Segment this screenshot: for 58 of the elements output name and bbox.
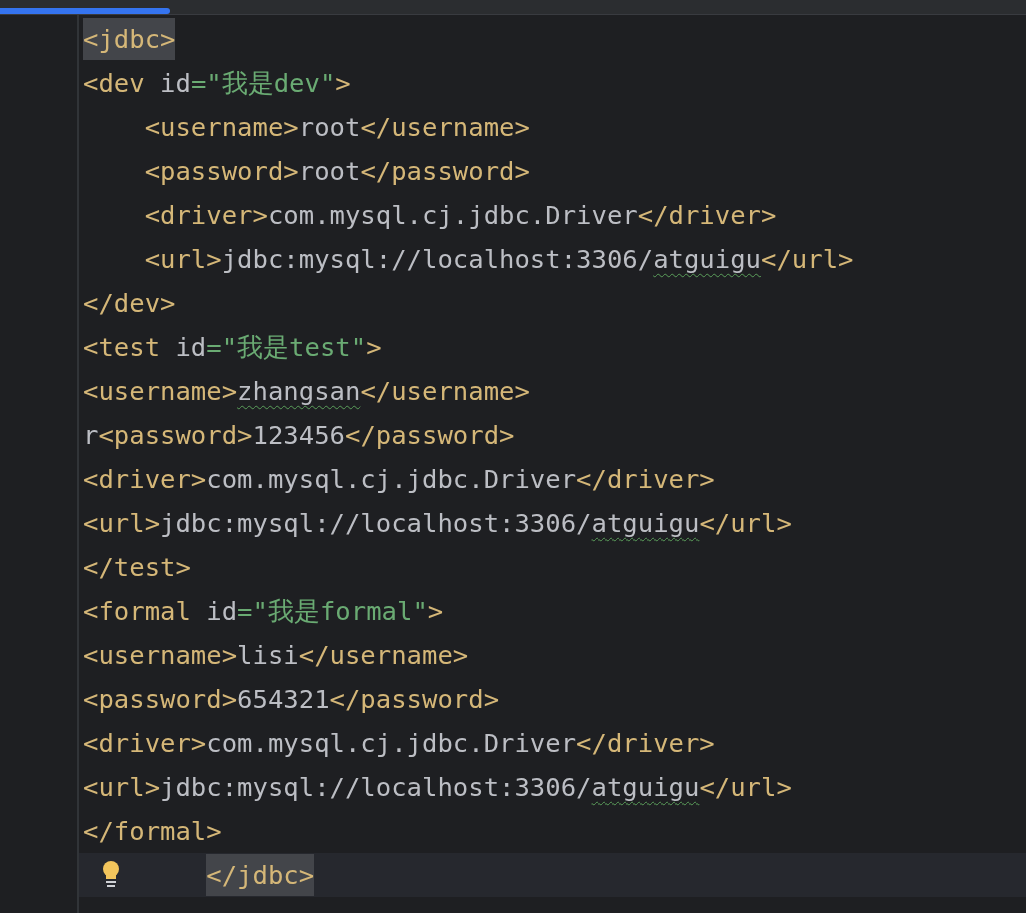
- element-text: atguigu: [591, 508, 700, 538]
- element-text: atguigu: [591, 772, 700, 802]
- xml-tag: <username>: [83, 640, 238, 670]
- xml-tag: <password>: [83, 684, 238, 714]
- element-text: 654321: [237, 684, 330, 714]
- element-text: jdbc:mysql://localhost:3306/: [221, 244, 654, 274]
- xml-tag: </username>: [360, 112, 530, 142]
- xml-tag: </password>: [360, 156, 530, 186]
- element-text: atguigu: [653, 244, 761, 274]
- attribute-value: ="我是test": [206, 330, 367, 364]
- xml-tag: <password>: [98, 420, 253, 450]
- xml-tag: </driver>: [576, 464, 715, 494]
- xml-tag: <username>: [83, 376, 238, 406]
- xml-tag: </driver>: [637, 200, 777, 230]
- xml-tag: >: [427, 596, 444, 626]
- xml-tag: </driver>: [576, 728, 715, 758]
- xml-tag: </url>: [699, 772, 792, 802]
- element-text: com.mysql.cj.jdbc.Driver: [267, 200, 638, 230]
- xml-tag: <driver>: [83, 728, 207, 758]
- lightbulb-icon[interactable]: [101, 860, 121, 890]
- xml-tag: >: [366, 332, 382, 362]
- element-text: zhangsan: [237, 376, 361, 406]
- element-text: jdbc:mysql://localhost:3306/: [160, 772, 592, 802]
- attribute-value: ="我是formal": [237, 594, 428, 628]
- xml-tag: </formal>: [83, 816, 222, 846]
- element-text: root: [298, 156, 361, 186]
- xml-tag: <password>: [144, 156, 299, 186]
- xml-tag: <driver>: [83, 464, 207, 494]
- xml-tag: <dev: [83, 68, 161, 98]
- element-text: root: [298, 112, 361, 142]
- xml-tag: <username>: [144, 112, 299, 142]
- xml-tag: <url>: [83, 772, 161, 802]
- xml-tag: <driver>: [144, 200, 268, 230]
- xml-tag: >: [335, 68, 351, 98]
- xml-tag: </dev>: [83, 288, 176, 318]
- xml-tag: </password>: [329, 684, 500, 714]
- xml-tag: </password>: [344, 420, 515, 450]
- xml-tag: </username>: [298, 640, 469, 670]
- element-text: com.mysql.cj.jdbc.Driver: [206, 728, 577, 758]
- xml-tag: <url>: [83, 508, 161, 538]
- xml-tag: <jdbc>: [83, 18, 176, 60]
- element-text: r: [83, 420, 99, 450]
- attribute-name: id: [160, 68, 191, 98]
- xml-tag: </test>: [83, 552, 191, 582]
- element-text: 123456: [252, 420, 345, 450]
- attribute-value: ="我是dev": [190, 66, 336, 100]
- xml-tag: <url>: [144, 244, 222, 274]
- element-text: lisi: [237, 640, 299, 670]
- element-text: com.mysql.cj.jdbc.Driver: [206, 464, 577, 494]
- xml-tag: </url>: [699, 508, 792, 538]
- xml-tag: </username>: [360, 376, 530, 406]
- xml-tag: <test: [83, 332, 176, 362]
- xml-tag: <formal: [83, 596, 207, 626]
- xml-tag: </jdbc>: [206, 854, 315, 896]
- attribute-name: id: [175, 332, 207, 362]
- element-text: jdbc:mysql://localhost:3306/: [160, 508, 592, 538]
- xml-tag: </url>: [761, 244, 854, 274]
- attribute-name: id: [206, 596, 238, 626]
